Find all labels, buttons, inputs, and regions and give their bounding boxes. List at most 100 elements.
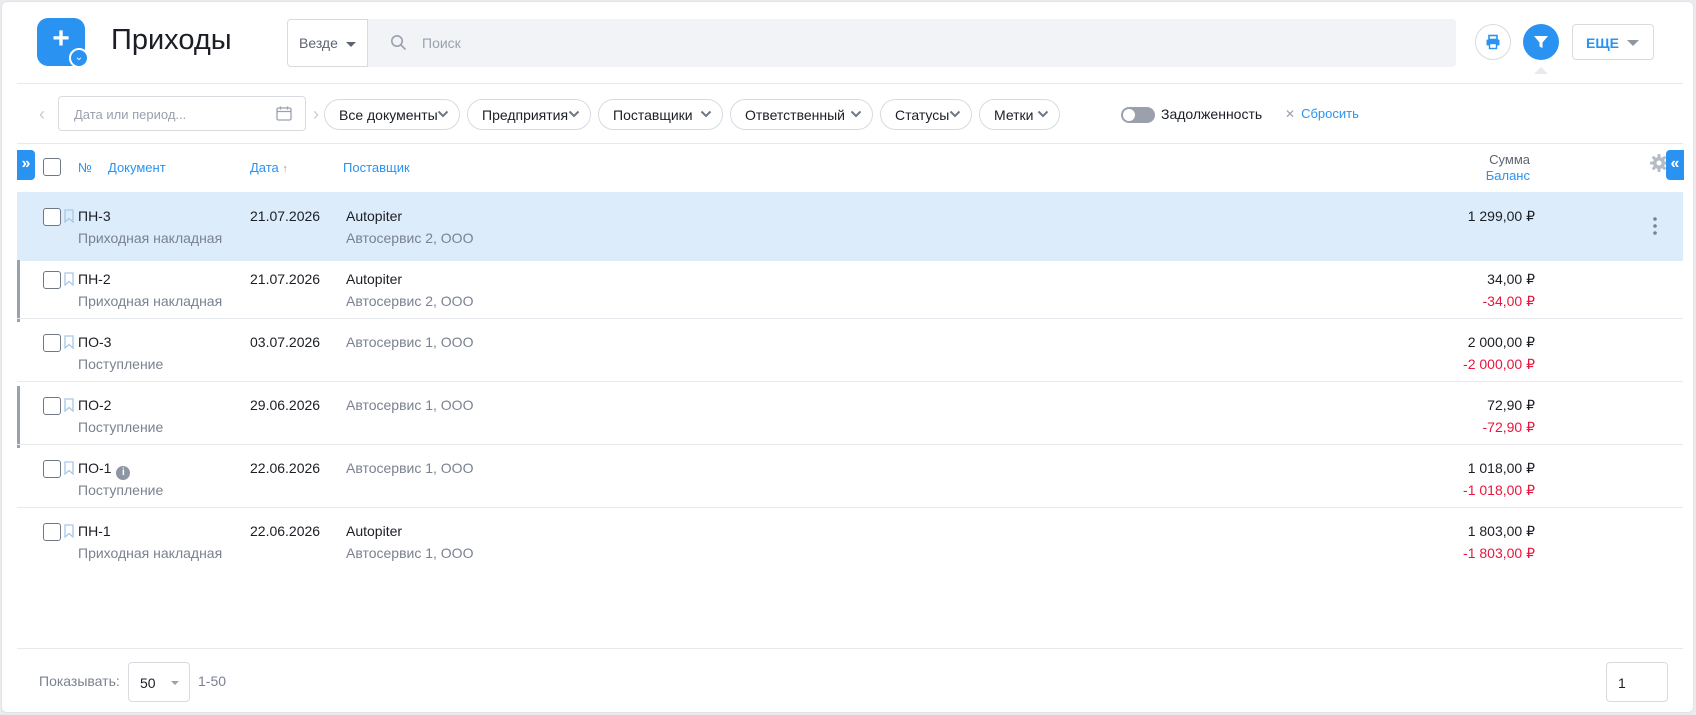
sort-asc-icon: ↑ (282, 163, 288, 175)
document-date: 22.06.2026 (250, 523, 321, 539)
column-supplier[interactable]: Поставщик (343, 160, 410, 175)
double-chevron-right-icon: » (21, 155, 31, 172)
per-page-select[interactable]: 50 (128, 662, 190, 702)
search-box (368, 19, 1456, 67)
search-input[interactable] (422, 19, 1422, 67)
chevron-left-icon[interactable]: ‹ (39, 104, 45, 125)
caret-down-icon (171, 681, 179, 685)
document-date: 03.07.2026 (250, 334, 321, 350)
row-balance: -1 018,00 ₽ (1463, 482, 1535, 498)
expand-left-panel-button[interactable]: » (17, 150, 35, 180)
page-range: 1-50 (198, 673, 227, 689)
table-row[interactable]: ПН-3 Приходная накладная 21.07.2026 Auto… (17, 192, 1683, 261)
filter-button[interactable] (1523, 24, 1559, 74)
document-number[interactable]: ПН-3 (78, 208, 111, 224)
column-date[interactable]: Дата ↑ (250, 160, 288, 175)
company-name: Автосервис 1, ООО (346, 545, 474, 561)
row-checkbox[interactable] (43, 208, 61, 226)
more-vertical-icon[interactable] (1653, 217, 1657, 235)
search-icon (391, 35, 406, 50)
header: + ⌄ Приходы Везде Поиск ЕЩЕ (2, 2, 1693, 84)
row-checkbox[interactable] (43, 334, 61, 352)
chip-all-documents[interactable]: Все документы (324, 99, 460, 130)
chip-responsible[interactable]: Ответственный (730, 99, 873, 130)
row-checkbox[interactable] (43, 460, 61, 478)
row-sum: 72,90 ₽ (1487, 397, 1535, 413)
per-page-value: 50 (140, 675, 156, 691)
bookmark-icon[interactable] (64, 272, 74, 286)
row-sum: 34,00 ₽ (1487, 271, 1535, 287)
document-number-text: ПО-1 (78, 460, 112, 476)
row-sum: 1 018,00 ₽ (1467, 460, 1535, 476)
chevron-down-icon (850, 110, 862, 118)
info-icon[interactable]: i (116, 466, 131, 480)
print-button[interactable] (1475, 24, 1511, 60)
chip-statuses[interactable]: Статусы (880, 99, 972, 130)
row-checkbox[interactable] (43, 271, 61, 289)
column-date-label: Дата (250, 160, 279, 175)
page-title: Приходы (111, 24, 232, 56)
row-sum: 1 299,00 ₽ (1467, 208, 1535, 224)
table-row[interactable]: ПО-1 i Поступление 22.06.2026 Автосервис … (17, 444, 1683, 513)
printer-icon (1486, 34, 1500, 50)
bookmark-icon[interactable] (64, 398, 74, 412)
caret-down-icon (1627, 40, 1639, 46)
document-number[interactable]: ПО-2 (78, 397, 111, 413)
chevron-down-icon (949, 110, 961, 118)
column-sum: Сумма (1489, 152, 1530, 167)
row-balance: -72,90 ₽ (1482, 419, 1536, 435)
document-type: Приходная накладная (78, 293, 223, 309)
table-row[interactable]: ПН-2 Приходная накладная 21.07.2026 Auto… (17, 255, 1683, 324)
column-sum-balance[interactable]: Сумма Баланс (1486, 152, 1530, 184)
document-number[interactable]: ПО-3 (78, 334, 111, 350)
bookmark-icon[interactable] (64, 461, 74, 475)
supplier-name: Autopiter (346, 271, 403, 287)
per-page-label: Показывать: (39, 673, 120, 689)
select-all-checkbox[interactable] (43, 158, 61, 176)
reset-filters-link[interactable]: ✕ Сбросить (1285, 106, 1359, 121)
chevron-right-icon[interactable]: › (313, 104, 319, 125)
table-header: » № Документ Дата ↑ Поставщик Сумма Бала… (2, 144, 1693, 192)
bookmark-icon[interactable] (64, 209, 74, 223)
column-number[interactable]: № (78, 160, 92, 175)
chip-tags[interactable]: Метки (979, 99, 1060, 130)
row-balance: -2 000,00 ₽ (1463, 356, 1535, 372)
chevron-down-icon (437, 110, 449, 118)
filter-icon (1534, 36, 1548, 48)
more-label: ЕЩЕ (1586, 35, 1619, 51)
bookmark-icon[interactable] (64, 524, 74, 538)
column-document[interactable]: Документ (108, 160, 166, 175)
company-name: Автосервис 2, ООО (346, 293, 474, 309)
table-row[interactable]: ПО-2 Поступление 29.06.2026 Автосервис 1… (17, 381, 1683, 450)
chip-enterprises[interactable]: Предприятия (467, 99, 591, 130)
document-number[interactable]: ПН-2 (78, 271, 111, 287)
document-number[interactable]: ПО-1 i (78, 460, 131, 480)
bookmark-icon[interactable] (64, 335, 74, 349)
reset-label: Сбросить (1301, 106, 1359, 121)
search-scope-value: Везде (299, 35, 338, 51)
row-sum: 1 803,00 ₽ (1467, 523, 1535, 539)
chevron-down-icon (1037, 110, 1049, 118)
row-checkbox[interactable] (43, 523, 61, 541)
company-name: Автосервис 1, ООО (346, 334, 474, 350)
chevron-down-icon (568, 110, 580, 118)
company-name: Автосервис 1, ООО (346, 397, 474, 413)
chip-suppliers[interactable]: Поставщики (598, 99, 723, 130)
row-balance: -1 803,00 ₽ (1463, 545, 1535, 561)
chevron-down-icon[interactable]: ⌄ (69, 48, 89, 68)
date-period-field[interactable]: Дата или период... (58, 96, 306, 131)
page-number-input[interactable]: 1 (1606, 662, 1668, 702)
add-document-button[interactable]: + ⌄ (37, 18, 89, 68)
document-number[interactable]: ПН-1 (78, 523, 111, 539)
chevron-down-icon (700, 110, 712, 118)
debt-toggle[interactable] (1121, 107, 1155, 123)
table-row[interactable]: ПО-3 Поступление 03.07.2026 Автосервис 1… (17, 318, 1683, 387)
table-row[interactable]: ПН-1 Приходная накладная 22.06.2026 Auto… (17, 507, 1683, 576)
expand-right-panel-button[interactable]: « (1666, 150, 1684, 180)
row-checkbox[interactable] (43, 397, 61, 415)
search-scope-select[interactable]: Везде (287, 19, 368, 67)
column-balance: Баланс (1485, 168, 1530, 183)
chip-label: Ответственный (745, 107, 845, 123)
supplier-name: Autopiter (346, 523, 403, 539)
more-button[interactable]: ЕЩЕ (1572, 24, 1654, 60)
